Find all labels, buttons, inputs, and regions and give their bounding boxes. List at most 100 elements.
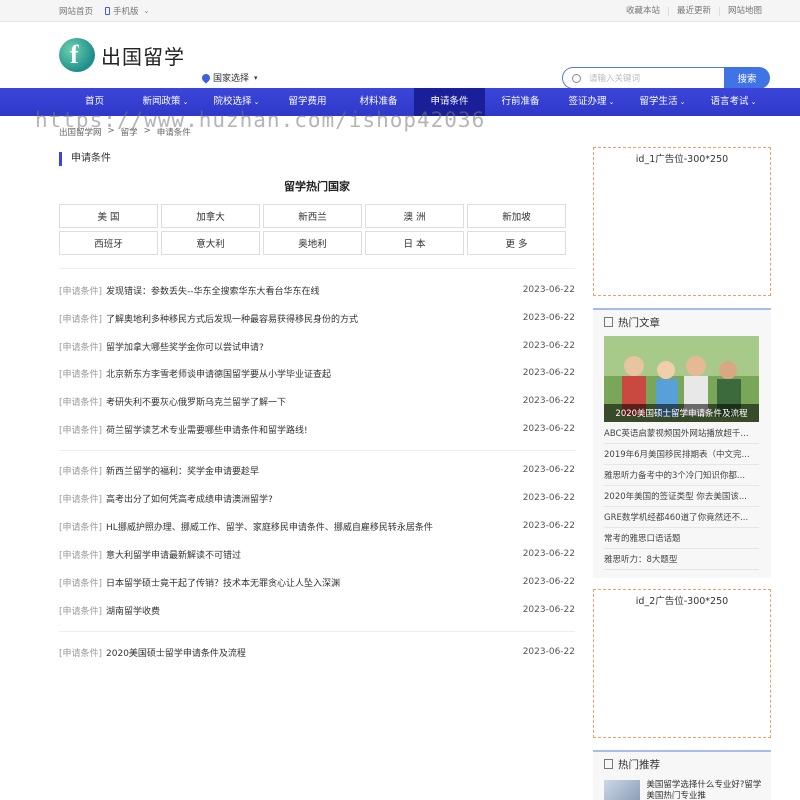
nav-item-label: 首页 <box>84 96 104 107</box>
chevron-down-icon: ⌄ <box>750 98 757 106</box>
nav-item-label: 留学费用 <box>288 96 327 107</box>
country-link[interactable]: 意大利 <box>161 231 260 255</box>
site-logo[interactable]: 出国留学 <box>59 38 185 72</box>
home-link[interactable]: 网站首页 <box>59 5 93 17</box>
article-row[interactable]: [申请条件] HL挪威护照办理、挪威工作、留学、家庭移民申请条件、挪威自雇移民转永… <box>59 519 575 533</box>
article-row[interactable]: [申请条件] 考研失利不要灰心俄罗斯乌克兰留学了解一下 2023-06-22 <box>59 394 575 408</box>
hot-article-link[interactable]: 雅思听力：8大题型 <box>604 550 759 570</box>
page-title: 申请条件 <box>59 152 111 166</box>
country-link[interactable]: 澳 洲 <box>365 204 464 228</box>
article-title[interactable]: 留学加拿大哪些奖学金你可以尝试申请? <box>106 340 523 353</box>
nav-item[interactable]: 首页 <box>59 88 130 116</box>
article-title[interactable]: 2020美国硕士留学申请条件及流程 <box>106 646 523 659</box>
nav-item[interactable]: 新闻政策 ⌄ <box>130 88 201 116</box>
mobile-version-label: 手机版 <box>113 7 139 17</box>
chevron-down-icon: ⌄ <box>679 98 686 106</box>
article-row[interactable]: [申请条件] 发现错误：参数丢失--华东全搜索华东大看台华东在线 2023-06-2… <box>59 283 575 297</box>
sitemap-link[interactable]: 网站地图 <box>718 6 770 16</box>
breadcrumb-home[interactable]: 出国留学网 <box>59 126 102 138</box>
nav-item[interactable]: 行前准备 <box>485 88 556 116</box>
article-date: 2023-06-22 <box>522 493 575 503</box>
hot-article-link[interactable]: 2019年6月美国移民排期表（中文完... <box>604 445 759 465</box>
article-row[interactable]: [申请条件] 新西兰留学的福利：奖学金申请要趁早 2023-06-22 <box>59 463 575 477</box>
recommend-item[interactable]: 美国留学选择什么专业好?留学美国热门专业推 <box>604 780 764 800</box>
article-row[interactable]: [申请条件] 北京新东方李雪老师谈申请德国留学要从小学毕业证查起 2023-06-2… <box>59 366 575 380</box>
article-title[interactable]: 了解奥地利多种移民方式后发现一种最容易获得移民身份的方式 <box>106 312 523 325</box>
article-tag: [申请条件] <box>59 314 103 325</box>
hot-article-link[interactable]: 常考的雅思口语话题 <box>604 529 759 549</box>
article-date: 2023-06-22 <box>522 549 575 559</box>
nav-item[interactable]: 留学费用 <box>272 88 343 116</box>
article-date: 2023-06-22 <box>522 647 575 657</box>
country-link[interactable]: 西班牙 <box>59 231 158 255</box>
hot-article-link[interactable]: 2020年美国的签证类型 你去美国该... <box>604 487 759 507</box>
country-link[interactable]: 新西兰 <box>263 204 362 228</box>
article-tag: [申请条件] <box>59 648 103 659</box>
mobile-version-link[interactable]: 手机版 ⌄ <box>105 5 149 17</box>
article-row[interactable]: [申请条件] 意大利留学申请最新解读不可错过 2023-06-22 <box>59 547 575 561</box>
article-title[interactable]: 新西兰留学的福利：奖学金申请要趁早 <box>106 464 523 477</box>
article-tag: [申请条件] <box>59 494 103 505</box>
nav-item[interactable]: 材料准备 <box>343 88 414 116</box>
nav-item[interactable]: 签证办理 ⌄ <box>556 88 627 116</box>
article-title[interactable]: 湖南留学收费 <box>106 604 523 617</box>
chevron-down-icon: ⌄ <box>253 98 260 106</box>
hot-article-link[interactable]: ABC英语启蒙视频国外网站播放超千... <box>604 424 759 444</box>
article-row[interactable]: [申请条件] 留学加拿大哪些奖学金你可以尝试申请? 2023-06-22 <box>59 339 575 353</box>
chevron-down-icon: ⌄ <box>143 7 150 15</box>
article-title[interactable]: 荷兰留学读艺术专业需要哪些申请条件和留学路线! <box>106 423 523 436</box>
ad-slot-1[interactable]: id_1广告位-300*250 <box>593 147 771 296</box>
logo-icon <box>59 38 95 72</box>
article-tag: [申请条件] <box>59 286 103 297</box>
search-icon <box>572 74 581 83</box>
article-row[interactable]: [申请条件] 湖南留学收费 2023-06-22 <box>59 603 575 617</box>
document-icon <box>604 759 613 769</box>
breadcrumb-study[interactable]: 留学 <box>121 126 138 138</box>
article-title[interactable]: 发现错误：参数丢失--华东全搜索华东大看台华东在线 <box>106 284 523 297</box>
country-link[interactable]: 日 本 <box>365 231 464 255</box>
search-input[interactable]: 请输入关键词 <box>562 67 724 89</box>
article-row[interactable]: [申请条件] 荷兰留学读艺术专业需要哪些申请条件和留学路线! 2023-06-22 <box>59 422 575 436</box>
location-pin-icon <box>200 71 212 84</box>
country-grid: 美 国加拿大 新西兰澳 洲新加坡西班牙 意大利 奥地利日 本更 多 <box>59 204 567 255</box>
nav-item[interactable]: 申请条件 <box>414 88 485 116</box>
ad-slot-2[interactable]: id_2广告位-300*250 <box>593 589 771 738</box>
search-button[interactable]: 搜索 <box>724 67 770 89</box>
breadcrumb-separator: > <box>143 126 151 136</box>
nav-item[interactable]: 语言考试 ⌄ <box>698 88 769 116</box>
article-title[interactable]: HL挪威护照办理、挪威工作、留学、家庭移民申请条件、挪威自雇移民转永居条件 <box>106 520 523 533</box>
article-date: 2023-06-22 <box>522 341 575 351</box>
article-row[interactable]: [申请条件] 日本留学硕士竟干起了传销？技术本无罪贪心让人坠入深渊 2023-06-… <box>59 575 575 589</box>
recent-updates-link[interactable]: 最近更新 <box>667 6 719 16</box>
top-bar: 网站首页 手机版 ⌄ 收藏本站 最近更新 网站地图 <box>0 0 800 22</box>
bookmark-site-link[interactable]: 收藏本站 <box>618 6 668 16</box>
search-placeholder: 请输入关键词 <box>589 74 641 84</box>
article-title[interactable]: 北京新东方李雪老师谈申请德国留学要从小学毕业证查起 <box>106 367 523 380</box>
nav-item[interactable]: 院校选择 ⌄ <box>201 88 272 116</box>
hot-article-link[interactable]: GRE数学机经都460道了你竟然还不... <box>604 508 759 528</box>
article-tag: [申请条件] <box>59 606 103 617</box>
article-row[interactable]: [申请条件] 了解奥地利多种移民方式后发现一种最容易获得移民身份的方式 2023-0… <box>59 311 575 325</box>
hot-article-link[interactable]: 雅思听力备考中的3个冷门知识你都... <box>604 466 759 486</box>
breadcrumb: 出国留学网 > 留学 > 申请条件 <box>59 126 191 138</box>
country-select-label: 国家选择 <box>213 74 250 84</box>
article-title[interactable]: 日本留学硕士竟干起了传销？技术本无罪贪心让人坠入深渊 <box>106 576 523 589</box>
article-row[interactable]: [申请条件] 高考出分了如何凭高考成绩申请澳洲留学? 2023-06-22 <box>59 491 575 505</box>
article-title[interactable]: 意大利留学申请最新解读不可错过 <box>106 548 523 561</box>
country-link[interactable]: 更 多 <box>467 231 566 255</box>
country-link[interactable]: 加拿大 <box>161 204 260 228</box>
featured-caption: 2020美国硕士留学申请条件及流程 <box>604 404 759 422</box>
country-link[interactable]: 奥地利 <box>263 231 362 255</box>
article-row[interactable]: [申请条件] 2020美国硕士留学申请条件及流程 2023-06-22 <box>59 645 575 659</box>
main-nav: 首页 新闻政策 ⌄ 院校选择 ⌄ 留学费用 材料准备 申请条件 行前准备 签证办理 ⌄ 留学生活 ⌄ 语言… <box>0 88 800 116</box>
country-link[interactable]: 新加坡 <box>467 204 566 228</box>
article-title[interactable]: 考研失利不要灰心俄罗斯乌克兰留学了解一下 <box>106 395 523 408</box>
nav-item[interactable]: 留学生活 ⌄ <box>627 88 698 116</box>
list-divider <box>59 268 575 269</box>
article-title[interactable]: 高考出分了如何凭高考成绩申请澳洲留学? <box>106 492 523 505</box>
featured-article[interactable]: 2020美国硕士留学申请条件及流程 <box>604 336 759 422</box>
country-select[interactable]: 国家选择 ▾ <box>200 71 258 84</box>
article-tag: [申请条件] <box>59 578 103 589</box>
country-link[interactable]: 美 国 <box>59 204 158 228</box>
article-date: 2023-06-22 <box>522 313 575 323</box>
